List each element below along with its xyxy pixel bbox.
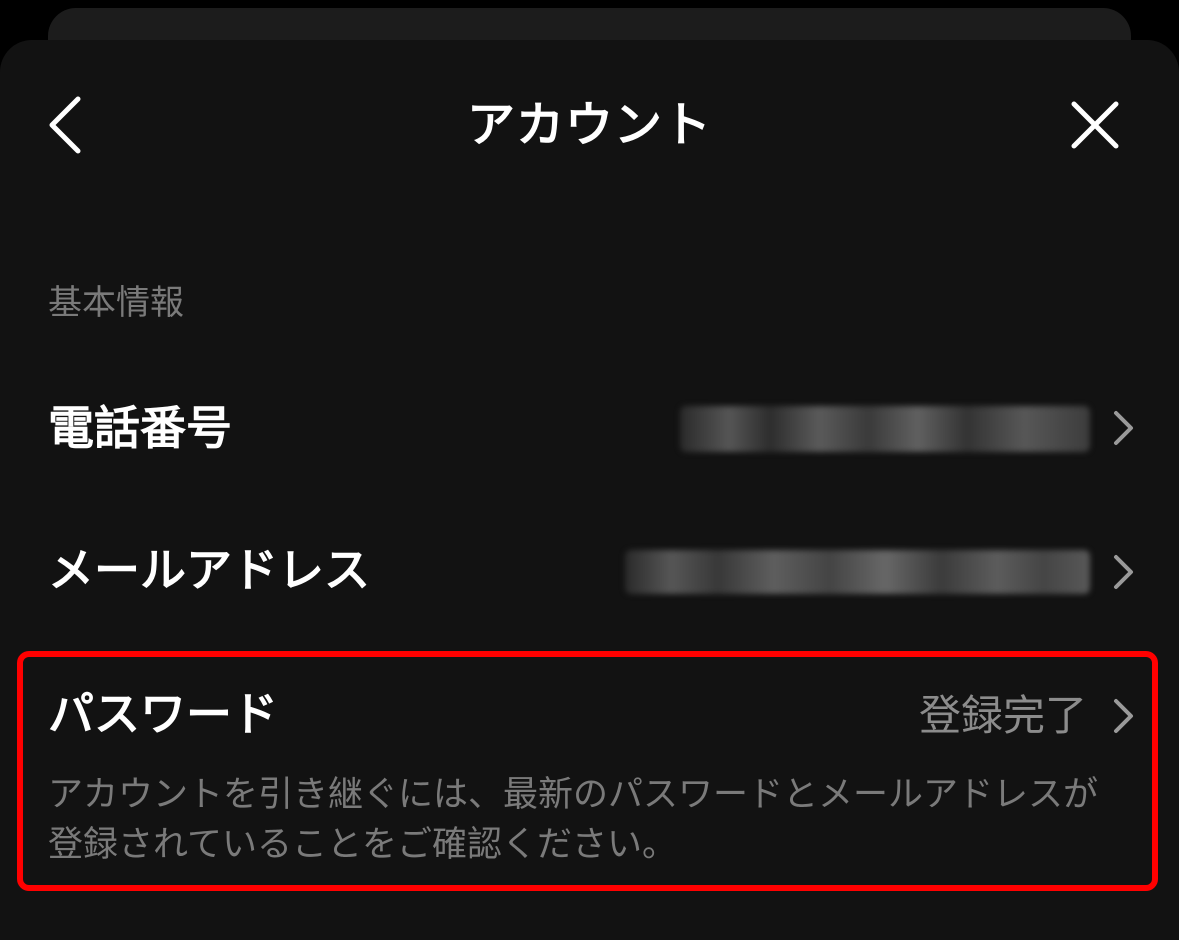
section-label-basic-info: 基本情報 — [48, 283, 184, 323]
phone-number-row[interactable]: 電話番号 — [0, 380, 1179, 476]
email-value-redacted — [625, 550, 1090, 594]
page-title: アカウント — [466, 97, 712, 153]
email-row[interactable]: メールアドレス — [0, 522, 1179, 618]
chevron-right-icon — [1114, 555, 1133, 589]
close-button[interactable] — [1062, 92, 1128, 158]
highlight-box — [17, 651, 1158, 891]
phone-number-label: 電話番号 — [48, 401, 232, 455]
email-label: メールアドレス — [48, 543, 370, 597]
close-icon — [1071, 101, 1119, 149]
phone-number-value-redacted — [680, 406, 1090, 452]
header: アカウント — [0, 40, 1179, 210]
chevron-right-icon — [1114, 411, 1133, 445]
